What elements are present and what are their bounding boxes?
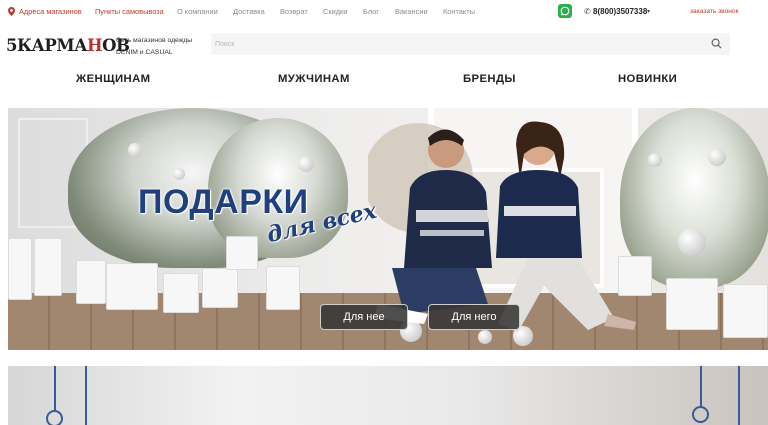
store-addresses-label: Адреса магазинов [19,7,82,16]
phone-number[interactable]: 8(800)3507338 [593,7,647,16]
top-bar: Адреса магазинов Пункты самовывоза О ком… [0,0,768,24]
gift-box [266,266,300,310]
location-pin-icon [8,7,15,16]
search-input[interactable] [215,36,695,52]
tagline-line-2: DENIM и CASUAL [116,49,173,56]
for-her-button[interactable]: Для нее [320,304,408,330]
search-bar [211,33,730,55]
topbar-link-pickup[interactable]: Пункты самовывоза [95,7,164,16]
tagline: Сеть магазинов одежды DENIM и CASUAL [116,35,192,59]
secondary-banner[interactable] [8,366,768,425]
gift-box [226,236,258,270]
ornament-ball [678,228,706,256]
nav-item-men[interactable]: МУЖЧИНАМ [278,73,350,85]
for-him-button[interactable]: Для него [428,304,520,330]
callback-link[interactable]: заказать звонок [690,8,738,15]
logo-text-accent: Н [87,35,103,55]
topbar-link-about[interactable]: О компании [177,7,218,16]
phone-icon: ✆ [584,7,591,16]
hero-banner[interactable]: ПОДАРКИ для всех Для нее Для него [8,108,768,350]
gift-box [202,268,238,308]
ornament-ball [708,148,726,166]
nav-item-brands[interactable]: БРЕНДЫ [463,73,516,85]
gift-box [76,260,106,304]
whatsapp-icon[interactable] [558,4,572,18]
nav-item-new[interactable]: НОВИНКИ [618,73,677,85]
ornament-icon [692,406,709,423]
gift-box [163,273,199,313]
topbar-link-contacts[interactable]: Контакты [443,7,475,16]
gift-bag [34,238,62,296]
logo[interactable]: 5КАРМА Н ОВ [6,33,130,57]
gift-box [723,284,768,338]
main-nav: ЖЕНЩИНАМ МУЖЧИНАМ БРЕНДЫ НОВИНКИ [0,70,768,90]
logo-text-start: 5КАРМА [6,35,88,55]
topbar-link-delivery[interactable]: Доставка [233,7,265,16]
topbar-link-vacancies[interactable]: Вакансии [395,7,428,16]
banner-title: ПОДАРКИ [138,183,309,221]
topbar-link-blog[interactable]: Блог [363,7,379,16]
nav-item-women[interactable]: ЖЕНЩИНАМ [76,73,150,85]
page: Адреса магазинов Пункты самовывоза О ком… [0,0,768,425]
ornament-icon [46,410,63,425]
search-icon[interactable] [711,38,722,49]
phone-dropdown-icon[interactable]: ▾ [647,8,650,15]
gift-box [106,263,158,310]
gift-bag [8,238,32,300]
store-addresses-link[interactable]: Адреса магазинов [8,7,82,16]
ornament-ball [173,168,185,180]
tagline-line-1: Сеть магазинов одежды [116,37,193,44]
topbar-link-discounts[interactable]: Скидки [323,7,347,16]
ornament-ball [298,156,314,172]
topbar-link-returns[interactable]: Возврат [280,7,308,16]
ornament-ball [128,143,142,157]
gift-box [666,278,718,330]
